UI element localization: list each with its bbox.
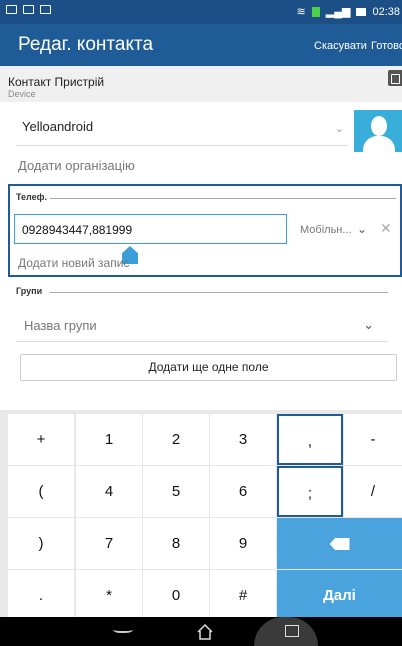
add-organization[interactable]: Додати організацію	[18, 158, 135, 173]
numeric-keyboard: + 1 2 3 , - ( 4 5 6 ; / ) 7 8 9 . * 0 # …	[0, 410, 402, 621]
key-plus[interactable]: +	[8, 414, 74, 465]
key-1[interactable]: 1	[76, 414, 142, 465]
key-7[interactable]: 7	[76, 518, 142, 569]
account-title: Контакт Пристрій	[8, 75, 105, 89]
key-minus[interactable]: -	[344, 414, 402, 465]
phone-section: Телеф. 0928943447,881999 Мобільн... ⌄ ✕ …	[8, 184, 402, 277]
screenshot-icon	[23, 5, 34, 14]
group-placeholder[interactable]: Назва групи	[24, 318, 97, 333]
key-slash[interactable]: /	[344, 466, 402, 517]
groups-section-label: Групи	[16, 286, 43, 296]
phone-section-label: Телеф.	[16, 192, 48, 202]
key-0[interactable]: 0	[143, 570, 209, 621]
wifi-icon: ≋	[296, 6, 306, 18]
key-4[interactable]: 4	[76, 466, 142, 517]
key-3[interactable]: 3	[210, 414, 276, 465]
backspace-icon	[329, 538, 350, 551]
account-header: Контакт Пристрій Device	[0, 66, 402, 102]
close-icon[interactable]: ✕	[380, 220, 392, 237]
phone-type-select[interactable]: Мобільн...	[300, 224, 352, 236]
avatar-head	[371, 116, 387, 136]
gallery-icon	[40, 5, 51, 14]
section-divider	[50, 292, 388, 293]
name-field[interactable]: Yelloandroid ⌄	[16, 112, 348, 146]
add-phone-entry[interactable]: Додати новий запис	[18, 256, 129, 270]
next-key[interactable]: Далі	[277, 570, 402, 621]
key-close-paren[interactable]: )	[8, 518, 74, 569]
chevron-down-icon[interactable]: ⌄	[335, 122, 344, 135]
status-bar: ≋ ▂▄▆ 02:38	[0, 0, 402, 24]
battery-icon	[356, 7, 367, 16]
add-field-button[interactable]: Додати ще одне поле	[20, 354, 397, 381]
clock: 02:38	[372, 5, 400, 18]
navigation-bar	[0, 617, 402, 646]
section-divider	[50, 198, 396, 199]
delete-icon[interactable]	[388, 70, 402, 86]
phone-input[interactable]: 0928943447,881999	[14, 214, 287, 244]
chevron-down-icon[interactable]: ⌄	[357, 222, 367, 236]
key-comma[interactable]: ,	[277, 414, 343, 465]
page-title: Редаг. контакта	[18, 34, 154, 55]
key-hash[interactable]: #	[210, 570, 276, 621]
sim-icon	[311, 6, 320, 17]
key-2[interactable]: 2	[143, 414, 209, 465]
key-9[interactable]: 9	[210, 518, 276, 569]
key-asterisk[interactable]: *	[76, 570, 142, 621]
avatar-body	[363, 136, 395, 152]
done-button[interactable]: Готово	[371, 40, 402, 52]
key-5[interactable]: 5	[143, 466, 209, 517]
cancel-button[interactable]: Скасувати	[314, 40, 367, 52]
back-icon[interactable]	[113, 625, 133, 633]
account-subtitle: Device	[8, 89, 36, 99]
key-8[interactable]: 8	[143, 518, 209, 569]
signal-icon: ▂▄▆	[325, 6, 351, 18]
home-icon[interactable]	[196, 623, 214, 641]
contact-photo[interactable]	[354, 110, 402, 152]
recent-apps-icon[interactable]	[285, 625, 299, 637]
name-value[interactable]: Yelloandroid	[22, 119, 93, 134]
app-bar: Редаг. контакта Скасувати Готово	[0, 24, 402, 66]
key-open-paren[interactable]: (	[8, 466, 74, 517]
key-period[interactable]: .	[8, 570, 74, 621]
key-semicolon[interactable]: ;	[277, 466, 343, 517]
key-6[interactable]: 6	[210, 466, 276, 517]
notification-icon	[6, 5, 17, 14]
group-select[interactable]: Назва групи ⌄	[16, 308, 388, 342]
chevron-down-icon[interactable]: ⌄	[363, 317, 374, 333]
backspace-key[interactable]	[277, 518, 402, 569]
